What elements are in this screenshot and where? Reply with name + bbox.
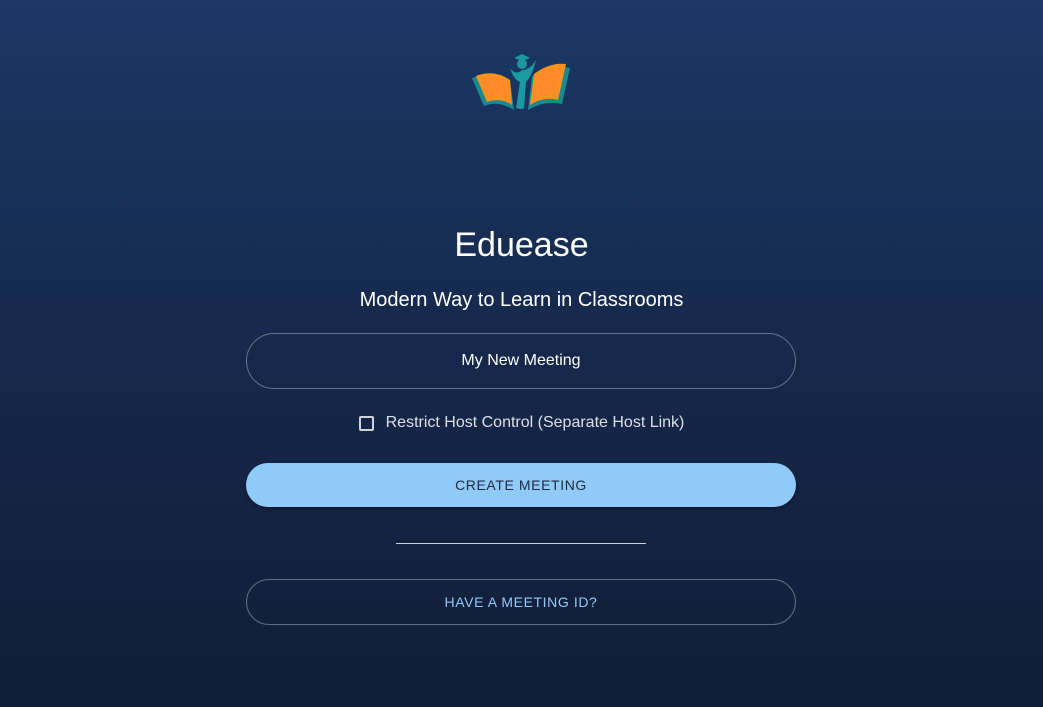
app-title: Eduease <box>454 226 589 264</box>
restrict-host-control-option[interactable]: Restrict Host Control (Separate Host Lin… <box>0 414 1043 432</box>
restrict-host-control-checkbox[interactable] <box>358 415 374 431</box>
meeting-name-input[interactable] <box>246 333 796 389</box>
restrict-host-control-label: Restrict Host Control (Separate Host Lin… <box>385 414 685 431</box>
divider <box>396 543 646 544</box>
have-meeting-id-button[interactable]: HAVE A MEETING ID? <box>246 579 796 625</box>
logo-icon <box>472 54 570 110</box>
app-tagline: Modern Way to Learn in Classrooms <box>359 289 684 311</box>
create-meeting-button[interactable]: CREATE MEETING <box>246 463 796 507</box>
